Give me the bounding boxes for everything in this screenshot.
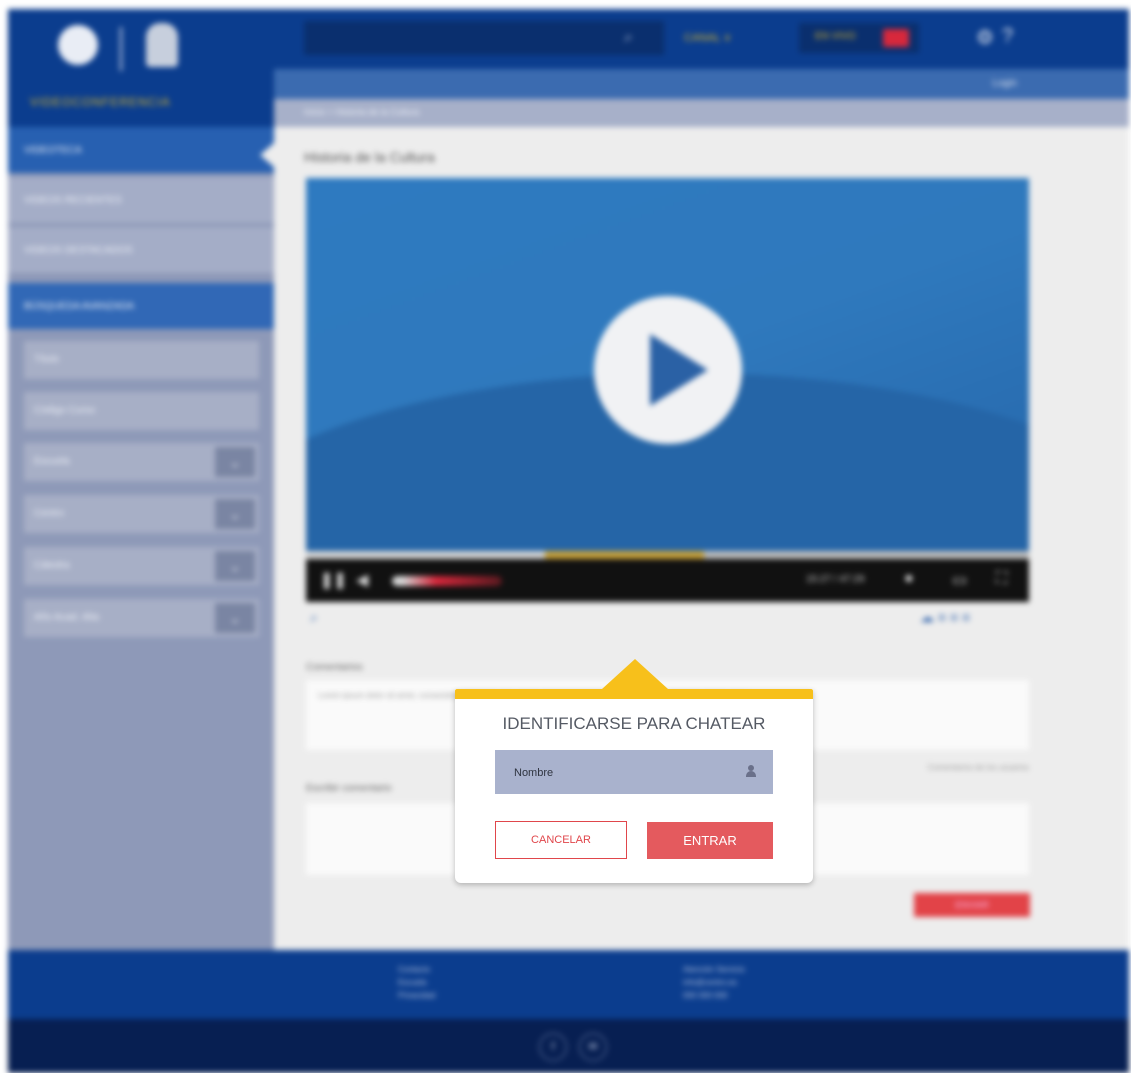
enter-button[interactable]: ENTRAR — [647, 822, 773, 859]
modal-title: IDENTIFICARSE PARA CHATEAR — [502, 714, 766, 733]
footer-link[interactable]: Privacidad — [398, 989, 435, 1002]
play-icon — [650, 334, 708, 406]
footer-link[interactable]: Contacto — [398, 963, 435, 976]
chat-login-modal: IDENTIFICARSE PARA CHATEAR CANCELAR ENTR… — [455, 659, 813, 883]
footer-info: Contacto Escuela Privacidad Atención Ser… — [8, 950, 1129, 1019]
share-icons[interactable]: ☁ ≡ ≡ ≡ — [920, 609, 970, 626]
breadcrumb-bar: Inicio > Historia de la Cultura — [274, 99, 1129, 127]
breadcrumb[interactable]: Inicio > Historia de la Cultura — [304, 107, 419, 117]
record-icon — [883, 29, 909, 47]
filter-escuela-label: Escuela — [34, 456, 70, 467]
help-icon[interactable]: ? — [1002, 25, 1013, 48]
filter-codigo[interactable]: Código Curso — [24, 392, 259, 430]
footer-col-2: Atención Servicio info@centro.es 000 000… — [683, 963, 745, 1002]
name-field[interactable] — [495, 750, 773, 796]
search-icon[interactable]: ⌕ — [624, 29, 633, 47]
live-label: EN VIVO — [815, 31, 856, 42]
footer-phone: 000 000 000 — [683, 991, 728, 1000]
sidebar-item-busqueda[interactable]: BÚSQUEDA AVANZADA — [8, 283, 274, 331]
captions-icon[interactable]: ▭ — [952, 570, 967, 590]
brand-name: VIDEOCONFERENCIA — [30, 95, 171, 109]
fullscreen-icon[interactable]: ⛶ — [996, 570, 1007, 588]
played-segment — [306, 551, 545, 559]
footer-social: f ✉ — [8, 1019, 1129, 1073]
top-bar: ⌕ CANAL ∨ EN VIVO ⚙ ? — [274, 9, 1129, 69]
video-progress-bar[interactable] — [306, 551, 1029, 559]
sidebar: VIDEOCONFERENCIA VIDEOTECA VIDEOS RECIEN… — [8, 9, 274, 950]
filter-titulo[interactable]: Título — [24, 341, 259, 379]
sidebar-item-recientes[interactable]: VIDEOS RECIENTES — [8, 177, 274, 225]
footer-heading: Atención Servicio — [683, 965, 745, 974]
search-icon[interactable]: ⌕ — [310, 609, 318, 626]
video-time: 15:27 / 47:29 — [806, 574, 865, 585]
video-controls: ❚❚ ◀ 15:27 / 47:29 ● ▭ ⛶ — [306, 559, 1029, 602]
filter-catedra-label: Cátedra — [34, 560, 70, 571]
filter-ano-label: Año Acad. Alta — [34, 612, 100, 623]
sidebar-header: VIDEOCONFERENCIA — [8, 9, 274, 127]
filter-escuela[interactable]: Escuela ⌄ — [24, 443, 259, 481]
modal-pointer — [602, 659, 668, 689]
chevron-down-icon[interactable]: ⌄ — [215, 447, 255, 477]
pause-icon[interactable]: ❚❚ — [320, 570, 347, 590]
filter-ano[interactable]: Año Acad. Alta ⌄ — [24, 599, 259, 637]
comments-note: Comentarios de los usuarios — [927, 763, 1029, 772]
volume-icon[interactable]: ◀ — [356, 570, 368, 590]
user-icon — [746, 765, 756, 777]
login-link[interactable]: Login — [993, 78, 1017, 89]
footer-col-1: Contacto Escuela Privacidad — [398, 963, 435, 1002]
modal-accent-bar — [455, 689, 813, 699]
video-title: Historia de la Cultura — [304, 149, 435, 165]
volume-slider[interactable] — [392, 576, 502, 586]
play-button[interactable] — [594, 296, 742, 444]
logo-divider — [120, 27, 122, 71]
settings-icon[interactable]: ⚙ — [976, 25, 994, 50]
name-input[interactable] — [495, 750, 756, 796]
active-item-arrow — [260, 143, 274, 167]
send-button[interactable]: ENVIAR — [914, 893, 1030, 917]
secondary-logo — [146, 23, 178, 67]
filter-catedra[interactable]: Cátedra ⌄ — [24, 547, 259, 585]
filter-centro[interactable]: Centro ⌄ — [24, 495, 259, 533]
comments-label: Comentarios — [306, 662, 363, 673]
live-button[interactable]: EN VIVO — [799, 23, 919, 53]
chevron-down-icon[interactable]: ⌄ — [215, 499, 255, 529]
footer-link[interactable]: Escuela — [398, 976, 435, 989]
search-input[interactable] — [304, 21, 664, 55]
facebook-icon[interactable]: f — [539, 1033, 567, 1061]
settings-icon[interactable]: ● — [904, 570, 914, 588]
footer-email[interactable]: info@centro.es — [683, 976, 745, 989]
canal-dropdown[interactable]: CANAL ∨ — [684, 31, 731, 44]
mail-icon[interactable]: ✉ — [579, 1033, 607, 1061]
video-player[interactable]: ❚❚ ◀ 15:27 / 47:29 ● ▭ ⛶ — [306, 178, 1029, 602]
filter-centro-label: Centro — [34, 508, 65, 519]
sidebar-item-destacados[interactable]: VIDEOS DESTACADOS — [8, 227, 274, 275]
sub-bar: Login — [274, 69, 1129, 99]
page-background: VIDEOCONFERENCIA VIDEOTECA VIDEOS RECIEN… — [8, 9, 1129, 1073]
chevron-down-icon[interactable]: ⌄ — [215, 551, 255, 581]
buffered-segment — [544, 551, 704, 559]
chevron-down-icon[interactable]: ⌄ — [215, 603, 255, 633]
cancel-button[interactable]: CANCELAR — [495, 821, 627, 859]
sidebar-item-videoteca[interactable]: VIDEOTECA — [8, 127, 274, 175]
write-comment-label: Escribir comentario — [306, 783, 392, 794]
institution-logo — [58, 25, 98, 65]
